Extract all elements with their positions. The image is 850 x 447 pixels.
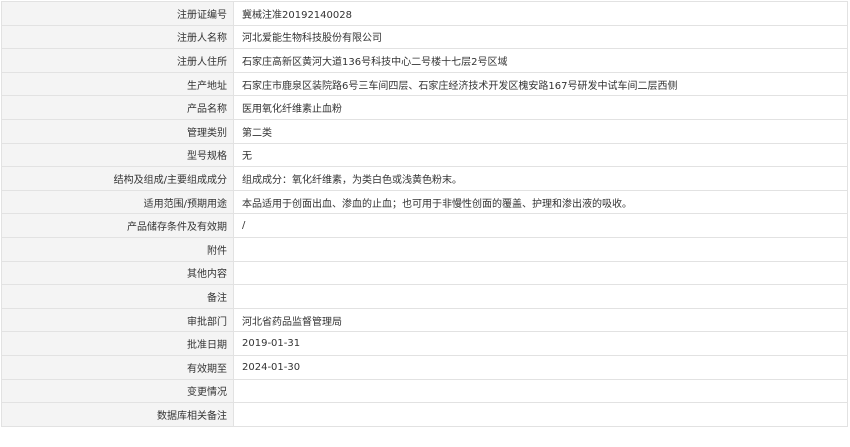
field-label-production-address: 生产地址 [1, 71, 234, 97]
field-label-model-spec: 型号规格 [1, 142, 234, 168]
table-row: 有效期至 2024-01-30 [1, 354, 848, 380]
field-value-registration-number: 冀械注准20192140028 [233, 1, 848, 26]
field-label-change-history: 变更情况 [1, 378, 234, 404]
table-row: 生产地址 石家庄市鹿泉区装院路6号三车间四层、石家庄经济技术开发区槐安路167号… [1, 71, 848, 97]
field-label-valid-until: 有效期至 [1, 354, 234, 380]
table-row: 注册人名称 河北爱能生物科技股份有限公司 [1, 24, 848, 50]
table-row: 适用范围/预期用途 本品适用于创面出血、渗血的止血；也可用于非慢性创面的覆盖、护… [1, 189, 848, 215]
field-value-remarks [233, 284, 848, 309]
table-row: 结构及组成/主要组成成分 组成成分：氧化纤维素，为类白色或浅黄色粉末。 [1, 166, 848, 191]
field-value-approval-date: 2019-01-31 [233, 331, 848, 356]
table-row: 注册人住所 石家庄高新区黄河大道136号科技中心二号楼十七层2号区域 [1, 48, 848, 73]
field-value-product-name: 医用氧化纤维素止血粉 [233, 95, 848, 120]
table-row: 产品名称 医用氧化纤维素止血粉 [1, 95, 848, 120]
field-label-product-name: 产品名称 [1, 95, 234, 120]
field-value-management-category: 第二类 [233, 118, 848, 144]
field-value-intended-use: 本品适用于创面出血、渗血的止血；也可用于非慢性创面的覆盖、护理和渗出液的吸收。 [233, 189, 848, 215]
field-value-registrant-address: 石家庄高新区黄河大道136号科技中心二号楼十七层2号区域 [233, 48, 848, 73]
table-row: 管理类别 第二类 [1, 118, 848, 144]
field-value-other-content [233, 260, 848, 286]
field-value-composition: 组成成分：氧化纤维素，为类白色或浅黄色粉末。 [233, 166, 848, 191]
field-label-registrant-address: 注册人住所 [1, 48, 234, 73]
field-label-storage-validity: 产品储存条件及有效期 [1, 213, 234, 238]
field-value-valid-until: 2024-01-30 [233, 354, 848, 380]
table-row: 注册证编号 冀械注准20192140028 [1, 1, 848, 26]
field-label-composition: 结构及组成/主要组成成分 [1, 166, 234, 191]
field-label-attachment: 附件 [1, 236, 234, 262]
table-row: 附件 [1, 236, 848, 262]
field-value-change-history [233, 378, 848, 404]
field-value-production-address: 石家庄市鹿泉区装院路6号三车间四层、石家庄经济技术开发区槐安路167号研发中试车… [233, 71, 848, 97]
table-row: 审批部门 河北省药品监督管理局 [1, 307, 848, 333]
field-value-registrant-name: 河北爱能生物科技股份有限公司 [233, 24, 848, 50]
field-label-database-remarks: 数据库相关备注 [1, 402, 234, 427]
table-row: 备注 [1, 284, 848, 309]
field-label-approval-date: 批准日期 [1, 331, 234, 356]
field-label-approval-department: 审批部门 [1, 307, 234, 333]
table-row: 型号规格 无 [1, 142, 848, 168]
table-row: 其他内容 [1, 260, 848, 286]
field-label-remarks: 备注 [1, 284, 234, 309]
field-label-registrant-name: 注册人名称 [1, 24, 234, 50]
table-row: 产品储存条件及有效期 / [1, 213, 848, 238]
field-label-other-content: 其他内容 [1, 260, 234, 286]
field-label-registration-number: 注册证编号 [1, 1, 234, 26]
field-value-storage-validity: / [233, 213, 848, 238]
table-row: 批准日期 2019-01-31 [1, 331, 848, 356]
field-value-attachment [233, 236, 848, 262]
field-value-database-remarks [233, 402, 848, 427]
field-value-approval-department: 河北省药品监督管理局 [233, 307, 848, 333]
field-value-model-spec: 无 [233, 142, 848, 168]
table-row: 变更情况 [1, 378, 848, 404]
field-label-intended-use: 适用范围/预期用途 [1, 189, 234, 215]
table-row: 数据库相关备注 [1, 402, 848, 427]
field-label-management-category: 管理类别 [1, 118, 234, 144]
registration-detail-table: 注册证编号 冀械注准20192140028 注册人名称 河北爱能生物科技股份有限… [1, 1, 848, 427]
